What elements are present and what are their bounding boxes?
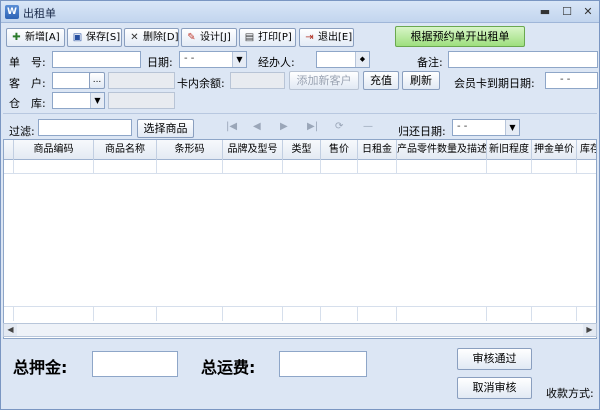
grid-col-price[interactable]: 售价 xyxy=(321,140,358,160)
total-deposit-input[interactable] xyxy=(92,351,178,377)
save-icon: ▣ xyxy=(72,32,83,43)
grid-col-code[interactable]: 商品编码 xyxy=(14,140,94,160)
member-expiry-value: - - xyxy=(560,74,571,85)
title-bar: W 出租单 ▬ ☐ ✕ xyxy=(1,1,599,23)
chevron-down-icon[interactable]: ▼ xyxy=(505,120,519,135)
warehouse-label: 仓 库: xyxy=(9,97,46,110)
minimize-icon[interactable]: ▬ xyxy=(537,4,553,20)
grid-col-stock[interactable]: 库存 xyxy=(577,140,596,160)
total-deposit-label: 总押金: xyxy=(13,358,68,377)
chevron-down-icon[interactable]: ▼ xyxy=(232,52,246,67)
date-picker[interactable]: - - ▼ xyxy=(179,51,247,68)
grid-col-brand[interactable]: 品牌及型号 xyxy=(223,140,283,160)
date-label: 日期: xyxy=(147,56,173,69)
grid-col-daily-rent[interactable]: 日租金 xyxy=(358,140,397,160)
customer-label: 客 户: xyxy=(9,77,46,90)
print-button[interactable]: ▤ 打印[P] xyxy=(239,28,296,47)
grid-col-deposit[interactable]: 押金单价 xyxy=(532,140,577,160)
delete-label: 删除[D] xyxy=(143,32,179,43)
design-label: 设计[J] xyxy=(200,32,231,43)
printer-icon: ▤ xyxy=(244,32,255,43)
table-row[interactable] xyxy=(4,160,596,174)
new-document-icon: ✚ xyxy=(12,32,21,43)
return-date-label: 归还日期: xyxy=(398,125,446,138)
exit-label: 退出[E] xyxy=(318,32,353,43)
card-balance-display xyxy=(230,72,285,89)
add-customer-button[interactable]: 添加新客户 xyxy=(289,71,359,90)
first-record-icon[interactable]: |◀ xyxy=(226,121,237,132)
refresh-record-icon[interactable]: ⟳ xyxy=(335,121,343,132)
remark-label: 备注: xyxy=(417,56,443,69)
customer-input[interactable] xyxy=(52,72,90,89)
refresh-button[interactable]: 刷新 xyxy=(402,71,440,90)
print-label: 打印[P] xyxy=(258,32,292,43)
return-date-value: - - xyxy=(457,121,468,132)
divider xyxy=(3,113,597,114)
customer-name-display xyxy=(108,72,175,89)
total-freight-label: 总运费: xyxy=(201,358,256,377)
return-date-picker[interactable]: - - ▼ xyxy=(452,119,520,136)
warehouse-select[interactable]: ▼ xyxy=(52,92,105,109)
window-title: 出租单 xyxy=(23,7,56,20)
save-label: 保存[S] xyxy=(86,32,121,43)
spinner-icon[interactable]: ◆ xyxy=(355,52,369,67)
handler-label: 经办人: xyxy=(258,56,295,69)
next-record-icon[interactable]: ▶ xyxy=(280,121,288,132)
add-button[interactable]: ✚ 新增[A] xyxy=(6,28,65,47)
horizontal-scrollbar[interactable]: ◀ ▶ xyxy=(3,323,597,337)
grid-col-parts[interactable]: 产品零件数量及描述 xyxy=(397,140,487,160)
create-from-reservation-button[interactable]: 根据预约单开出租单 xyxy=(395,26,525,47)
add-label: 新增[A] xyxy=(25,32,60,43)
scroll-right-icon[interactable]: ▶ xyxy=(583,324,596,336)
cancel-approve-button[interactable]: 取消审核 xyxy=(457,377,532,399)
design-icon: ✎ xyxy=(187,32,196,43)
payment-method-label: 收款方式: xyxy=(546,387,594,400)
select-goods-button[interactable]: 选择商品 xyxy=(137,119,194,138)
order-no-input[interactable] xyxy=(52,51,141,68)
close-icon[interactable]: ✕ xyxy=(580,4,596,20)
filter-input[interactable] xyxy=(38,119,132,136)
delete-button[interactable]: ✕ 删除[D] xyxy=(124,28,179,47)
grid-col-condition[interactable]: 新旧程度 xyxy=(487,140,532,160)
grid-col-indicator xyxy=(4,140,14,160)
recharge-button[interactable]: 充值 xyxy=(363,71,399,90)
total-freight-input[interactable] xyxy=(279,351,367,377)
prev-record-icon[interactable]: ◀ xyxy=(253,121,261,132)
last-record-icon[interactable]: ▶| xyxy=(307,121,318,132)
member-expiry-label: 会员卡到期日期: xyxy=(454,77,535,90)
customer-lookup-button[interactable]: ... xyxy=(89,72,105,89)
grid-col-barcode[interactable]: 条形码 xyxy=(157,140,223,160)
date-value: - - xyxy=(184,53,195,64)
approve-button[interactable]: 审核通过 xyxy=(457,348,532,370)
card-balance-label: 卡内余额: xyxy=(177,77,225,90)
warehouse-name-display xyxy=(108,92,175,109)
grid-col-name[interactable]: 商品名称 xyxy=(94,140,157,160)
exit-button[interactable]: ⇥ 退出[E] xyxy=(299,28,354,47)
remove-record-icon[interactable]: — xyxy=(363,121,373,132)
save-button[interactable]: ▣ 保存[S] xyxy=(67,28,122,47)
member-expiry-date[interactable]: - - xyxy=(545,72,598,89)
grid-col-type[interactable]: 类型 xyxy=(283,140,321,160)
rental-order-window: W 出租单 ▬ ☐ ✕ ✚ 新增[A] ▣ 保存[S] ✕ 删除[D] ✎ 设计… xyxy=(0,0,600,410)
grid-footer-row xyxy=(4,306,596,321)
order-no-label: 单 号: xyxy=(9,56,46,69)
delete-icon: ✕ xyxy=(130,32,139,43)
chevron-down-icon[interactable]: ▼ xyxy=(90,93,104,108)
exit-icon: ⇥ xyxy=(305,32,314,43)
filter-label: 过滤: xyxy=(9,125,35,138)
app-icon: W xyxy=(5,5,19,19)
scroll-left-icon[interactable]: ◀ xyxy=(4,324,17,336)
remark-input[interactable] xyxy=(448,51,598,68)
design-button[interactable]: ✎ 设计[J] xyxy=(181,28,237,47)
maximize-icon[interactable]: ☐ xyxy=(559,4,575,20)
handler-select[interactable]: ◆ xyxy=(316,51,370,68)
goods-grid[interactable]: 商品编码 商品名称 条形码 品牌及型号 类型 售价 日租金 产品零件数量及描述 … xyxy=(3,139,597,339)
grid-header: 商品编码 商品名称 条形码 品牌及型号 类型 售价 日租金 产品零件数量及描述 … xyxy=(4,140,596,160)
